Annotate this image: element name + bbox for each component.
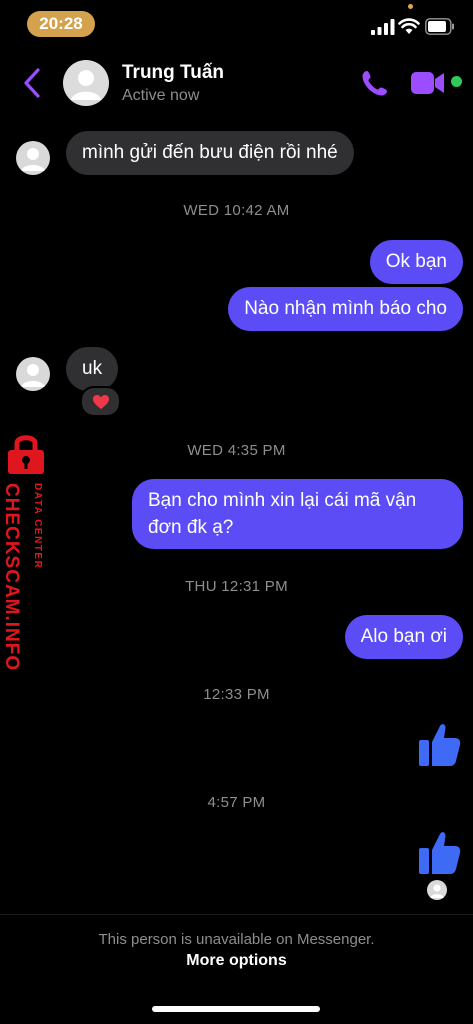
phone-icon[interactable] xyxy=(360,68,390,98)
default-avatar-icon xyxy=(430,884,444,898)
video-camera-icon[interactable] xyxy=(410,70,446,96)
contact-name[interactable]: Trung Tuấn xyxy=(122,62,224,84)
default-avatar-icon xyxy=(21,364,45,387)
privacy-indicator-dot xyxy=(408,4,413,9)
thumbs-up-icon[interactable] xyxy=(417,828,461,876)
outgoing-message[interactable]: Ok bạn xyxy=(369,240,463,284)
incoming-message[interactable]: mình gửi đến bưu điện rồi nhé xyxy=(66,131,354,175)
message-reaction[interactable] xyxy=(80,386,121,417)
unavailable-notice: This person is unavailable on Messenger. xyxy=(98,931,375,948)
cellular-signal-icon xyxy=(371,19,395,35)
watermark-text: CHECKSCAM.INFO xyxy=(1,483,22,672)
message-timestamp: 12:33 PM xyxy=(203,686,270,703)
message-timestamp: WED 10:42 AM xyxy=(183,202,290,219)
status-time: 20:28 xyxy=(27,11,95,37)
message-timestamp: THU 12:31 PM xyxy=(185,578,288,595)
online-indicator xyxy=(451,76,462,87)
default-avatar-icon xyxy=(71,70,101,100)
contact-avatar[interactable] xyxy=(63,60,109,106)
message-timestamp: WED 4:35 PM xyxy=(187,442,286,459)
battery-icon xyxy=(425,18,454,35)
home-indicator[interactable] xyxy=(152,1006,320,1012)
more-options-button[interactable]: More options xyxy=(0,952,473,970)
sender-avatar[interactable] xyxy=(16,141,50,175)
lock-icon xyxy=(8,435,44,474)
back-chevron-icon[interactable] xyxy=(18,66,48,100)
wifi-icon xyxy=(398,18,420,34)
outgoing-message[interactable]: Bạn cho mình xin lại cái mã vận đơn đk ạ… xyxy=(132,479,463,549)
sender-avatar[interactable] xyxy=(16,357,50,391)
watermark-subtext: DATA CENTER xyxy=(32,483,43,570)
outgoing-message[interactable]: Alo bạn ơi xyxy=(344,615,463,659)
message-timestamp: 4:57 PM xyxy=(207,794,266,811)
footer-divider xyxy=(0,914,473,915)
seen-receipt-avatar xyxy=(427,880,447,900)
contact-active-status: Active now xyxy=(122,87,200,104)
thumbs-up-icon[interactable] xyxy=(417,720,461,768)
incoming-message[interactable]: uk xyxy=(66,347,119,391)
heart-icon xyxy=(92,394,109,409)
default-avatar-icon xyxy=(21,148,45,171)
outgoing-message[interactable]: Nào nhận mình báo cho xyxy=(228,287,463,331)
